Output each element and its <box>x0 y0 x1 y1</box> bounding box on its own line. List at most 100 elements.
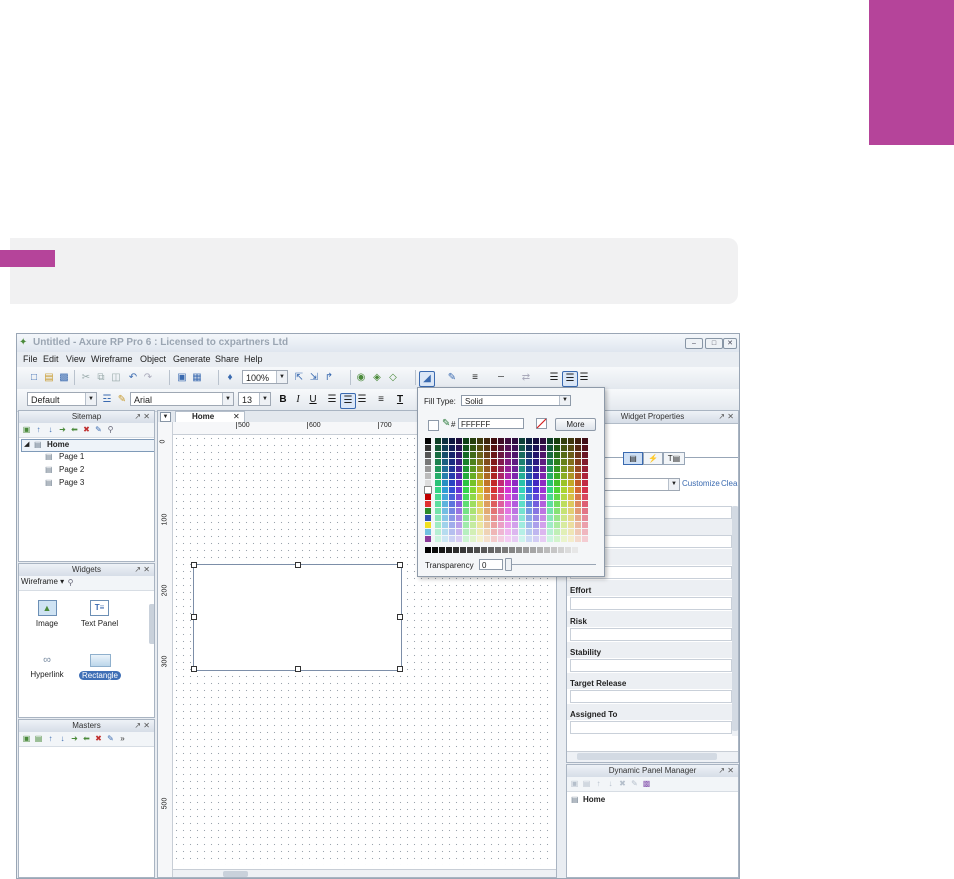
color-swatch[interactable] <box>505 494 511 500</box>
color-swatch[interactable] <box>575 438 581 444</box>
color-swatch[interactable] <box>561 473 567 479</box>
color-swatch[interactable] <box>540 487 546 493</box>
color-swatch[interactable] <box>470 452 476 458</box>
cut-icon[interactable]: ✂ <box>79 371 93 385</box>
color-swatch[interactable] <box>449 501 455 507</box>
color-swatch[interactable] <box>463 452 469 458</box>
color-swatch[interactable] <box>526 473 532 479</box>
color-swatch[interactable] <box>512 508 518 514</box>
gray-swatch[interactable] <box>432 547 438 553</box>
color-swatch[interactable] <box>449 487 455 493</box>
copy-icon[interactable]: ⧉ <box>94 371 108 385</box>
save-icon[interactable]: ▩ <box>57 371 71 385</box>
color-swatch[interactable] <box>540 494 546 500</box>
assigned-to-field[interactable] <box>570 721 732 734</box>
gray-swatch[interactable] <box>558 547 564 553</box>
color-swatch[interactable] <box>526 515 532 521</box>
color-swatch[interactable] <box>484 459 490 465</box>
color-swatch[interactable] <box>463 536 469 542</box>
color-swatch[interactable] <box>533 515 539 521</box>
rename-icon[interactable]: ✎ <box>94 425 103 434</box>
panel-pin-close-icon[interactable]: ↗ ✕ <box>718 411 734 423</box>
annotations-tab-icon[interactable]: ▤ <box>623 452 643 465</box>
color-swatch[interactable] <box>435 438 441 444</box>
color-swatch[interactable] <box>491 536 497 542</box>
color-swatch[interactable] <box>484 515 490 521</box>
color-swatch[interactable] <box>425 466 431 472</box>
color-swatch[interactable] <box>449 536 455 542</box>
color-swatch[interactable] <box>519 452 525 458</box>
color-swatch[interactable] <box>540 459 546 465</box>
color-swatch[interactable] <box>449 515 455 521</box>
color-swatch[interactable] <box>449 445 455 451</box>
color-swatch[interactable] <box>442 494 448 500</box>
color-swatch[interactable] <box>470 529 476 535</box>
gray-swatch[interactable] <box>467 547 473 553</box>
color-swatch[interactable] <box>512 466 518 472</box>
gray-swatch[interactable] <box>572 547 578 553</box>
color-swatch[interactable] <box>526 445 532 451</box>
formatting-tab-icon[interactable]: T▤ <box>663 452 685 465</box>
color-swatch[interactable] <box>505 466 511 472</box>
color-swatch[interactable] <box>554 536 560 542</box>
gray-swatch[interactable] <box>523 547 529 553</box>
color-swatch[interactable] <box>449 508 455 514</box>
dynamic-panel-home[interactable]: Home <box>583 795 605 804</box>
risk-field[interactable] <box>570 628 732 641</box>
color-swatch[interactable] <box>470 473 476 479</box>
color-swatch[interactable] <box>484 508 490 514</box>
menu-generate[interactable]: Generate <box>173 354 211 364</box>
color-swatch[interactable] <box>561 445 567 451</box>
color-swatch[interactable] <box>575 536 581 542</box>
color-swatch[interactable] <box>505 473 511 479</box>
color-swatch[interactable] <box>463 445 469 451</box>
color-swatch[interactable] <box>470 459 476 465</box>
color-swatch[interactable] <box>547 480 553 486</box>
menu-help[interactable]: Help <box>244 354 263 364</box>
color-swatch[interactable] <box>568 459 574 465</box>
color-swatch[interactable] <box>425 508 431 514</box>
gray-swatch[interactable] <box>460 547 466 553</box>
minimize-button[interactable]: – <box>685 338 703 349</box>
color-swatch[interactable] <box>533 529 539 535</box>
color-swatch[interactable] <box>554 501 560 507</box>
color-swatch[interactable] <box>456 480 462 486</box>
paste-icon[interactable]: ◫ <box>109 371 123 385</box>
color-swatch[interactable] <box>547 494 553 500</box>
gray-swatch[interactable] <box>495 547 501 553</box>
color-swatch[interactable] <box>470 508 476 514</box>
select-intersect-icon[interactable]: ⇱ <box>292 371 306 385</box>
color-swatch[interactable] <box>449 473 455 479</box>
gray-swatch[interactable] <box>502 547 508 553</box>
color-swatch[interactable] <box>505 529 511 535</box>
color-swatch[interactable] <box>449 494 455 500</box>
effort-field[interactable] <box>570 597 732 610</box>
color-swatch[interactable] <box>456 473 462 479</box>
stability-field[interactable] <box>570 659 732 672</box>
color-swatch[interactable] <box>582 515 588 521</box>
color-swatch[interactable] <box>435 487 441 493</box>
color-swatch[interactable] <box>484 501 490 507</box>
move-down-icon[interactable]: ↓ <box>606 779 615 788</box>
color-swatch[interactable] <box>519 508 525 514</box>
color-swatch[interactable] <box>554 473 560 479</box>
transparency-slider-thumb[interactable] <box>505 558 512 571</box>
color-swatch[interactable] <box>547 452 553 458</box>
resize-handle[interactable] <box>191 666 197 672</box>
color-swatch[interactable] <box>512 494 518 500</box>
underline-button[interactable]: U <box>306 393 320 407</box>
color-swatch[interactable] <box>435 494 441 500</box>
color-swatch[interactable] <box>582 452 588 458</box>
color-swatch[interactable] <box>477 452 483 458</box>
close-button[interactable]: ✕ <box>723 338 737 349</box>
edit-style-icon[interactable]: ☲ <box>100 393 114 407</box>
color-swatch[interactable] <box>540 473 546 479</box>
color-swatch[interactable] <box>425 501 431 507</box>
color-swatch[interactable] <box>505 515 511 521</box>
color-swatch[interactable] <box>575 480 581 486</box>
font-select[interactable]: Arial ▼ <box>130 392 234 406</box>
color-swatch[interactable] <box>435 501 441 507</box>
color-swatch[interactable] <box>526 466 532 472</box>
color-swatch[interactable] <box>470 494 476 500</box>
color-swatch[interactable] <box>540 466 546 472</box>
